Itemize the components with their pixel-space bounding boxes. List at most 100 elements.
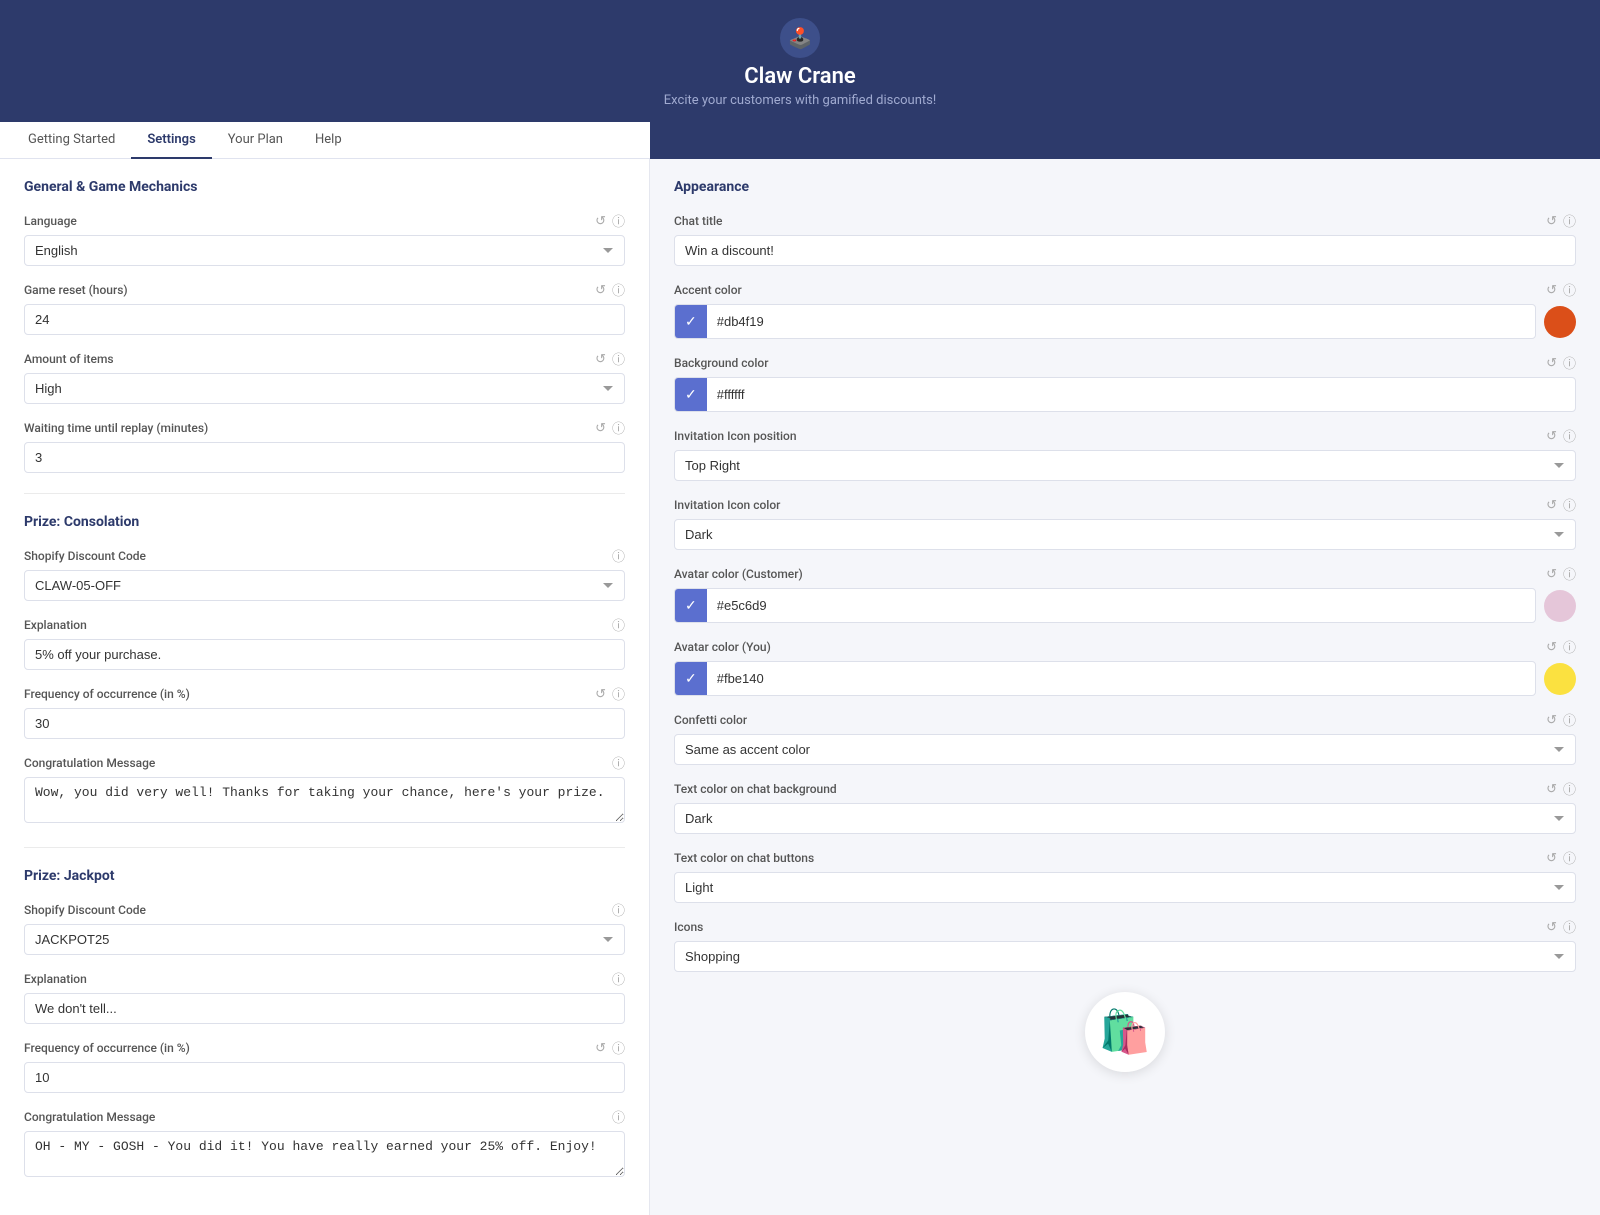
tab-settings[interactable]: Settings xyxy=(131,122,211,159)
app-subtitle: Excite your customers with gamified disc… xyxy=(0,93,1600,108)
tab-help[interactable]: Help xyxy=(299,122,358,159)
bg-color-info-btn[interactable]: ⓘ xyxy=(1563,353,1576,372)
accent-color-info-btn[interactable]: ⓘ xyxy=(1563,280,1576,299)
bg-color-text-input[interactable] xyxy=(707,380,1575,409)
amount-items-select[interactable]: High xyxy=(24,373,625,404)
icon-preview-emoji: 🛍️ xyxy=(1099,1008,1151,1057)
jackpot-discount-select[interactable]: JACKPOT25 xyxy=(24,924,625,955)
invitation-icon-pos-select[interactable]: Top Right xyxy=(674,450,1576,481)
confetti-select[interactable]: Same as accent color xyxy=(674,734,1576,765)
consolation-discount-label: Shopify Discount Code xyxy=(24,549,146,563)
accent-color-row: ✓ xyxy=(674,304,1576,339)
waiting-time-info-btn[interactable]: ⓘ xyxy=(612,418,625,437)
invitation-icon-pos-info-btn[interactable]: ⓘ xyxy=(1563,426,1576,445)
accent-color-check-btn[interactable]: ✓ xyxy=(675,305,707,338)
game-reset-info-btn[interactable]: ⓘ xyxy=(612,280,625,299)
text-chat-btn-select[interactable]: Light xyxy=(674,872,1576,903)
icons-select[interactable]: Shopping xyxy=(674,941,1576,972)
language-label-row: Language ↺ ⓘ xyxy=(24,211,625,230)
chat-title-input[interactable] xyxy=(674,235,1576,266)
consolation-frequency-label: Frequency of occurrence (in %) xyxy=(24,687,190,701)
avatar-customer-swatch[interactable] xyxy=(1544,590,1576,622)
jackpot-explanation-input[interactable] xyxy=(24,993,625,1024)
avatar-you-text-input[interactable] xyxy=(707,664,1535,693)
consolation-explanation-input[interactable] xyxy=(24,639,625,670)
bg-color-check-btn[interactable]: ✓ xyxy=(675,378,707,411)
consolation-congrats-textarea[interactable]: Wow, you did very well! Thanks for takin… xyxy=(24,777,625,823)
jackpot-congrats-info-btn[interactable]: ⓘ xyxy=(612,1107,625,1126)
divider-1 xyxy=(24,493,625,494)
language-info-btn[interactable]: ⓘ xyxy=(612,211,625,230)
confetti-reset-btn[interactable]: ↺ xyxy=(1546,712,1557,728)
amount-items-info-btn[interactable]: ⓘ xyxy=(612,349,625,368)
avatar-customer-icons: ↺ ⓘ xyxy=(1546,564,1576,583)
game-reset-input[interactable] xyxy=(24,304,625,335)
text-chat-bg-select[interactable]: Dark xyxy=(674,803,1576,834)
accent-color-reset-btn[interactable]: ↺ xyxy=(1546,282,1557,298)
waiting-time-icons: ↺ ⓘ xyxy=(595,418,625,437)
app-logo: 🕹️ xyxy=(780,18,820,58)
game-reset-reset-btn[interactable]: ↺ xyxy=(595,282,606,298)
waiting-time-reset-btn[interactable]: ↺ xyxy=(595,420,606,436)
invitation-icon-color-reset-btn[interactable]: ↺ xyxy=(1546,497,1557,513)
bg-color-reset-btn[interactable]: ↺ xyxy=(1546,355,1557,371)
jackpot-congrats-label: Congratulation Message xyxy=(24,1110,155,1124)
jackpot-frequency-reset-btn[interactable]: ↺ xyxy=(595,1040,606,1056)
consolation-frequency-reset-btn[interactable]: ↺ xyxy=(595,686,606,702)
jackpot-explanation-field-group: Explanation ⓘ xyxy=(24,969,625,1024)
section-appearance-title: Appearance xyxy=(674,179,1576,195)
avatar-you-swatch[interactable] xyxy=(1544,663,1576,695)
waiting-time-input[interactable] xyxy=(24,442,625,473)
language-reset-btn[interactable]: ↺ xyxy=(595,213,606,229)
text-chat-btn-info-btn[interactable]: ⓘ xyxy=(1563,848,1576,867)
icons-reset-btn[interactable]: ↺ xyxy=(1546,919,1557,935)
accent-color-swatch[interactable] xyxy=(1544,306,1576,338)
avatar-you-info-btn[interactable]: ⓘ xyxy=(1563,637,1576,656)
avatar-customer-field-group: Avatar color (Customer) ↺ ⓘ ✓ xyxy=(674,564,1576,623)
text-chat-bg-info-btn[interactable]: ⓘ xyxy=(1563,779,1576,798)
tab-getting-started[interactable]: Getting Started xyxy=(12,122,131,159)
consolation-discount-select[interactable]: CLAW-05-OFF xyxy=(24,570,625,601)
language-select[interactable]: English xyxy=(24,235,625,266)
consolation-frequency-info-btn[interactable]: ⓘ xyxy=(612,684,625,703)
avatar-you-color-row: ✓ xyxy=(674,661,1576,696)
avatar-customer-reset-btn[interactable]: ↺ xyxy=(1546,566,1557,582)
avatar-customer-text-input[interactable] xyxy=(707,591,1535,620)
accent-color-field-group: Accent color ↺ ⓘ ✓ xyxy=(674,280,1576,339)
jackpot-discount-info-btn[interactable]: ⓘ xyxy=(612,900,625,919)
jackpot-congrats-textarea[interactable]: OH - MY - GOSH - You did it! You have re… xyxy=(24,1131,625,1177)
bg-color-input-wrap: ✓ xyxy=(674,377,1576,412)
accent-color-text-input[interactable] xyxy=(707,307,1535,336)
jackpot-frequency-input[interactable] xyxy=(24,1062,625,1093)
accent-color-label: Accent color xyxy=(674,283,742,297)
consolation-frequency-input[interactable] xyxy=(24,708,625,739)
consolation-discount-info-btn[interactable]: ⓘ xyxy=(612,546,625,565)
jackpot-frequency-info-btn[interactable]: ⓘ xyxy=(612,1038,625,1057)
invitation-icon-color-select[interactable]: Dark xyxy=(674,519,1576,550)
avatar-customer-info-btn[interactable]: ⓘ xyxy=(1563,564,1576,583)
confetti-info-btn[interactable]: ⓘ xyxy=(1563,710,1576,729)
jackpot-explanation-label: Explanation xyxy=(24,972,87,986)
consolation-explanation-info-btn[interactable]: ⓘ xyxy=(612,615,625,634)
avatar-you-reset-btn[interactable]: ↺ xyxy=(1546,639,1557,655)
main-layout: General & Game Mechanics Language ↺ ⓘ En… xyxy=(0,159,1600,1215)
jackpot-frequency-field-group: Frequency of occurrence (in %) ↺ ⓘ xyxy=(24,1038,625,1093)
consolation-discount-label-row: Shopify Discount Code ⓘ xyxy=(24,546,625,565)
tab-your-plan[interactable]: Your Plan xyxy=(212,122,299,159)
chat-title-icons: ↺ ⓘ xyxy=(1546,211,1576,230)
amount-items-reset-btn[interactable]: ↺ xyxy=(595,351,606,367)
invitation-icon-color-field-group: Invitation Icon color ↺ ⓘ Dark xyxy=(674,495,1576,550)
text-chat-bg-reset-btn[interactable]: ↺ xyxy=(1546,781,1557,797)
consolation-congrats-info-btn[interactable]: ⓘ xyxy=(612,753,625,772)
text-chat-btn-reset-btn[interactable]: ↺ xyxy=(1546,850,1557,866)
invitation-icon-color-info-btn[interactable]: ⓘ xyxy=(1563,495,1576,514)
jackpot-explanation-info-btn[interactable]: ⓘ xyxy=(612,969,625,988)
icons-info-btn[interactable]: ⓘ xyxy=(1563,917,1576,936)
consolation-congrats-label: Congratulation Message xyxy=(24,756,155,770)
consolation-congrats-field-group: Congratulation Message ⓘ Wow, you did ve… xyxy=(24,753,625,827)
avatar-you-check-btn[interactable]: ✓ xyxy=(675,662,707,695)
avatar-customer-check-btn[interactable]: ✓ xyxy=(675,589,707,622)
chat-title-info-btn[interactable]: ⓘ xyxy=(1563,211,1576,230)
chat-title-reset-btn[interactable]: ↺ xyxy=(1546,213,1557,229)
invitation-icon-pos-reset-btn[interactable]: ↺ xyxy=(1546,428,1557,444)
